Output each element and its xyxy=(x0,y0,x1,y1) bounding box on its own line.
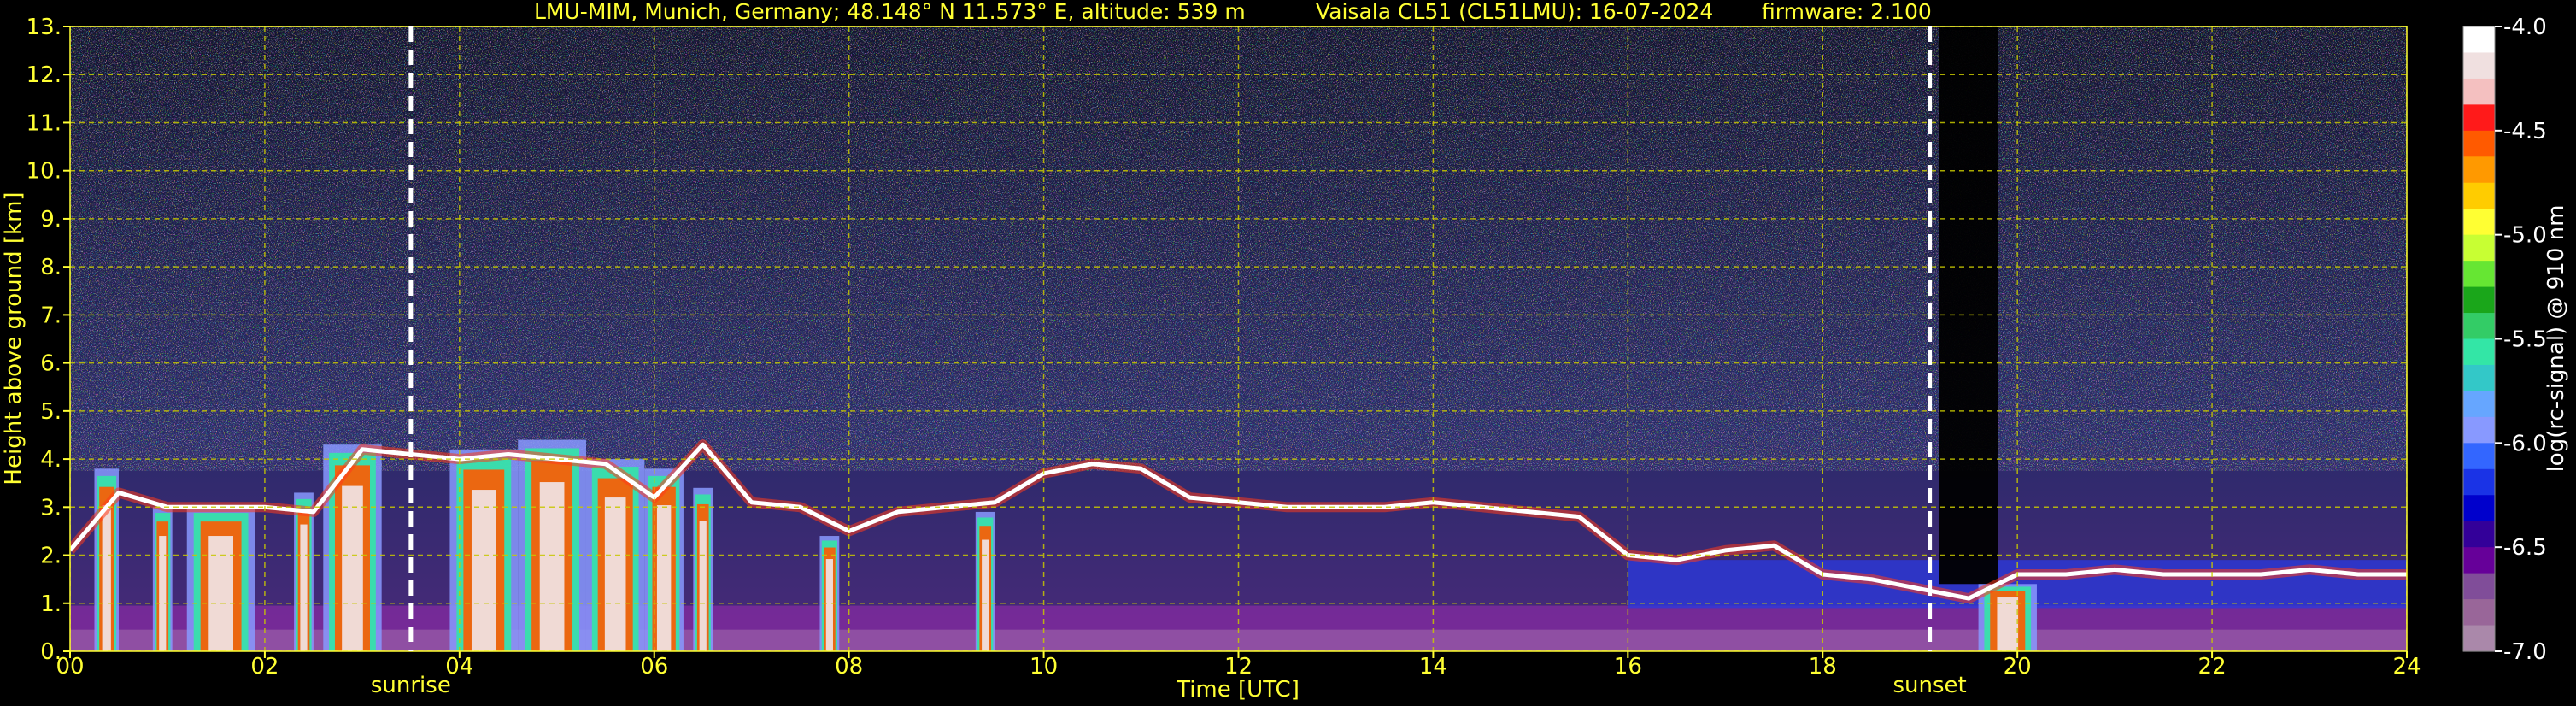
colorbar-swatch xyxy=(2463,416,2495,444)
y-tick-label: 1. xyxy=(40,591,62,617)
y-tick-label: 7. xyxy=(40,303,62,328)
colorbar-swatch xyxy=(2463,521,2495,548)
colorbar: -4.0 -4.5 -5.0 -5.5 -6.0 -6.5 -7.0 xyxy=(2462,15,2547,665)
ceilometer-figure: LMU-MIM, Munich, Germany; 48.148° N 11.5… xyxy=(1,0,2569,703)
colorbar-swatch xyxy=(2463,182,2495,209)
y-tick-label: 9. xyxy=(40,207,62,232)
signal-column xyxy=(342,485,363,651)
colorbar-swatch xyxy=(2463,156,2495,184)
x-tick-label: 20 xyxy=(2004,654,2032,680)
signal-column xyxy=(699,521,707,651)
signal-column xyxy=(656,505,672,651)
x-tick-label: 10 xyxy=(1030,654,1058,680)
x-tick-label: 16 xyxy=(1614,654,1642,680)
colorbar-tick-label: -4.5 xyxy=(2503,119,2547,144)
signal-column xyxy=(208,536,233,651)
y-tick-label: 13. xyxy=(26,15,62,40)
y-tick-label: 3. xyxy=(40,495,62,521)
colorbar-swatch xyxy=(2463,495,2495,522)
x-tick-label: 08 xyxy=(835,654,863,680)
y-axis-ticks: 0. 1. 2. 3. 4. 5. 6. 7. 8. 9. 10. 11. 12. 13. xyxy=(26,15,70,665)
signal-column xyxy=(300,524,308,651)
y-tick-label: 6. xyxy=(40,351,62,377)
y-tick-label: 0. xyxy=(40,639,62,665)
signal-column xyxy=(604,497,626,651)
colorbar-swatch xyxy=(2463,130,2495,157)
y-tick-label: 4. xyxy=(40,447,62,473)
y-tick-label: 10. xyxy=(26,159,62,185)
signal-column xyxy=(471,490,496,651)
x-tick-label: 02 xyxy=(250,654,279,680)
signal-column xyxy=(102,505,111,651)
sunrise-label: sunrise xyxy=(371,673,451,698)
colorbar-swatch xyxy=(2463,209,2495,236)
x-tick-label: 12 xyxy=(1224,654,1253,680)
colorbar-swatch xyxy=(2463,338,2495,366)
colorbar-tick-label: -7.0 xyxy=(2503,639,2547,665)
colorbar-swatch xyxy=(2463,52,2495,79)
colorbar-swatch xyxy=(2463,391,2495,418)
colorbar-tick-label: -4.0 xyxy=(2503,15,2547,40)
signal-column xyxy=(825,559,833,651)
colorbar-swatch xyxy=(2463,313,2495,340)
x-tick-label: 24 xyxy=(2392,654,2421,680)
colorbar-tick-label: -6.5 xyxy=(2503,535,2547,561)
x-tick-label: 06 xyxy=(640,654,668,680)
colorbar-swatch xyxy=(2463,286,2495,314)
x-tick-label: 04 xyxy=(445,654,473,680)
colorbar-swatch xyxy=(2463,26,2495,54)
header-firmware: firmware: 2.100 xyxy=(1762,0,1932,24)
colorbar-swatch xyxy=(2463,625,2495,652)
colorbar-swatch xyxy=(2463,599,2495,627)
colorbar-label: log(rc-signal) @ 910 nm xyxy=(2544,205,2569,473)
header-instrument: Vaisala CL51 (CL51LMU): 16-07-2024 xyxy=(1316,0,1713,24)
sunset-label: sunset xyxy=(1892,673,1966,698)
colorbar-swatch xyxy=(2463,364,2495,392)
colorbar-tick-label: -6.0 xyxy=(2503,431,2547,456)
header-site: LMU-MIM, Munich, Germany; 48.148° N 11.5… xyxy=(534,0,1246,24)
y-tick-label: 12. xyxy=(26,62,62,88)
heatmap-area xyxy=(70,26,2407,651)
y-axis-label: Height above ground [km] xyxy=(1,191,26,485)
colorbar-swatch xyxy=(2463,573,2495,600)
colorbar-tick-label: -5.0 xyxy=(2503,223,2547,249)
x-tick-label: 14 xyxy=(1419,654,1447,680)
x-tick-label: 22 xyxy=(2198,654,2227,680)
x-axis-label: Time [UTC] xyxy=(1176,677,1300,703)
colorbar-swatch xyxy=(2463,443,2495,470)
colorbar-swatch xyxy=(2463,547,2495,574)
colorbar-swatch xyxy=(2463,104,2495,132)
signal-column xyxy=(159,536,167,651)
colorbar-swatch xyxy=(2463,261,2495,288)
y-tick-label: 8. xyxy=(40,255,62,280)
signal-column xyxy=(1997,597,2019,651)
y-tick-label: 11. xyxy=(26,110,62,136)
colorbar-swatch xyxy=(2463,78,2495,105)
colorbar-swatch xyxy=(2463,468,2495,496)
signal-gap xyxy=(1939,26,1998,585)
colorbar-tick-label: -5.5 xyxy=(2503,327,2547,353)
signal-column xyxy=(982,539,989,651)
x-tick-label: 18 xyxy=(1809,654,1837,680)
y-tick-label: 2. xyxy=(40,544,62,569)
y-tick-label: 5. xyxy=(40,399,62,425)
colorbar-swatch xyxy=(2463,234,2495,262)
